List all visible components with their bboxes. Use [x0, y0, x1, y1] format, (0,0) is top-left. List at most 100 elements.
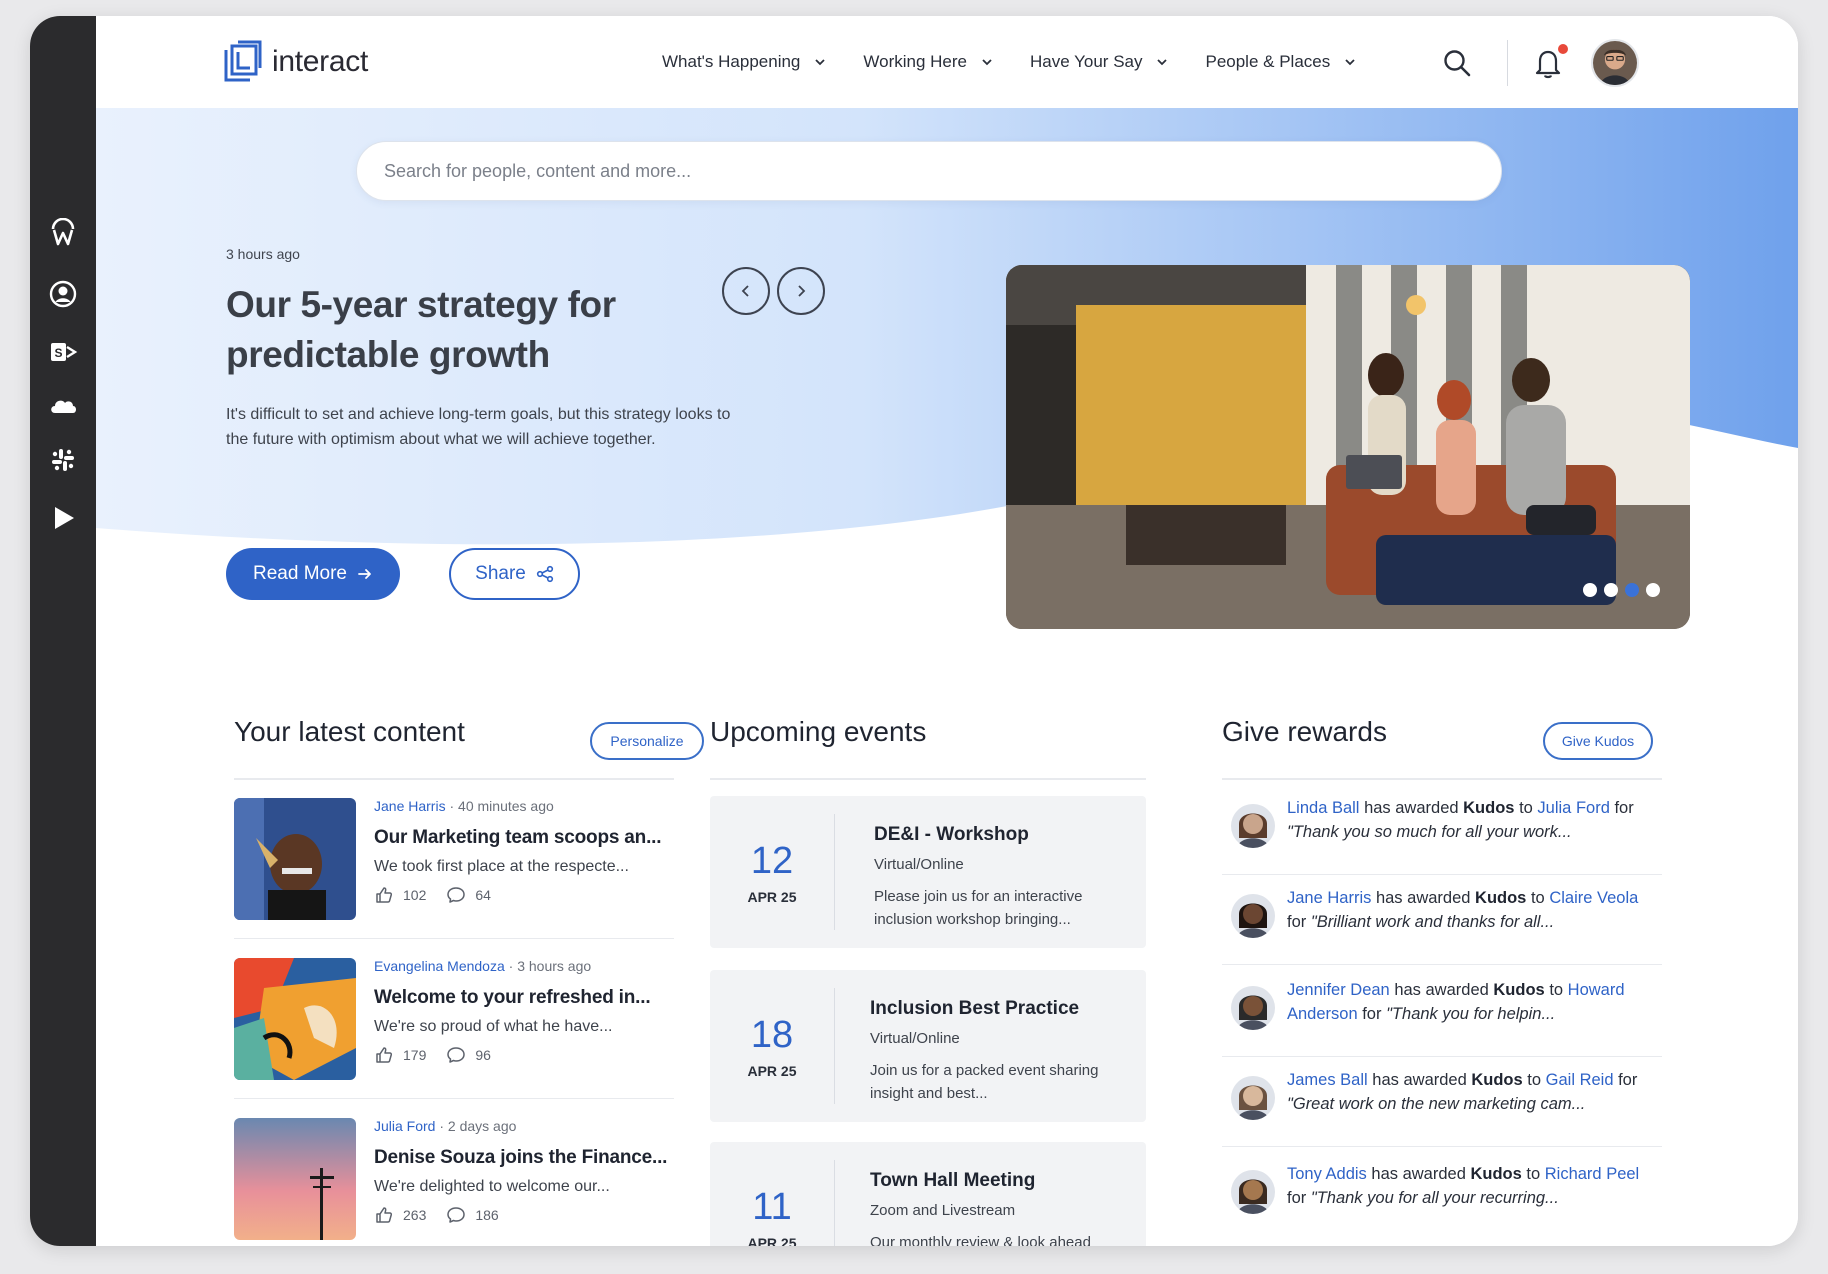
user-circle-icon[interactable]: [47, 278, 79, 310]
item-divider: [1222, 1056, 1662, 1057]
content-excerpt: We're so proud of what he have...: [374, 1018, 613, 1035]
event-day: 11: [752, 1185, 792, 1228]
section-divider: [710, 778, 1146, 780]
item-divider: [1222, 964, 1662, 965]
carousel-prev-button[interactable]: [722, 267, 770, 315]
share-button[interactable]: Share: [449, 548, 580, 600]
play-icon[interactable]: [47, 502, 79, 534]
nav-people-places[interactable]: People & Places: [1205, 52, 1356, 72]
slack-icon[interactable]: [47, 444, 79, 476]
cloud-icon[interactable]: [47, 390, 79, 422]
read-more-button[interactable]: Read More: [226, 548, 400, 600]
event-card[interactable]: 11 APR 25 Town Hall Meeting Zoom and Liv…: [710, 1142, 1146, 1246]
comment-count: 96: [475, 1047, 491, 1063]
thumbs-up-icon[interactable]: [374, 1045, 394, 1065]
reward-for-text: for: [1357, 1005, 1387, 1023]
reward-from-user[interactable]: Linda Ball: [1287, 799, 1359, 817]
nav-working-here[interactable]: Working Here: [863, 52, 993, 72]
reward-to-user[interactable]: Julia Ford: [1537, 799, 1609, 817]
content-title[interactable]: Our Marketing team scoops an...: [374, 827, 674, 849]
events-section: Upcoming events: [710, 716, 926, 748]
reward-to-user[interactable]: Claire Veola: [1549, 889, 1638, 907]
content-author[interactable]: Jane Harris: [374, 798, 446, 814]
content-stats: 263 186: [374, 1205, 674, 1225]
comment-icon[interactable]: [446, 885, 466, 905]
content-title[interactable]: Denise Souza joins the Finance...: [374, 1147, 674, 1169]
reward-to-user[interactable]: Richard Peel: [1545, 1165, 1639, 1183]
reward-to-user[interactable]: Gail Reid: [1546, 1071, 1614, 1089]
carousel-dot[interactable]: [1583, 583, 1597, 597]
latest-content-section: Your latest content: [234, 716, 465, 748]
reward-from-user[interactable]: Jennifer Dean: [1287, 981, 1390, 999]
content-author[interactable]: Julia Ford: [374, 1118, 435, 1134]
content-item[interactable]: Jane Harris · 40 minutes ago Our Marketi…: [234, 798, 674, 958]
hero-title[interactable]: Our 5-year strategy for predictable grow…: [226, 280, 746, 380]
content-time: 3 hours ago: [517, 958, 592, 974]
notification-badge: [1558, 44, 1568, 54]
event-location: Zoom and Livestream: [870, 1202, 1016, 1219]
reward-item: Jennifer Dean has awarded Kudos to Howar…: [1231, 978, 1661, 1058]
chevron-down-icon: [1345, 59, 1355, 66]
give-kudos-button[interactable]: Give Kudos: [1543, 722, 1653, 760]
reward-kudos-label: Kudos: [1471, 1071, 1523, 1089]
carousel-dot[interactable]: [1604, 583, 1618, 597]
search-icon[interactable]: [1442, 48, 1472, 78]
thumbs-up-icon[interactable]: [374, 1205, 394, 1225]
hero-image[interactable]: [1006, 265, 1690, 629]
content-excerpt: We took first place at the respecte...: [374, 858, 629, 875]
reward-from-user[interactable]: James Ball: [1287, 1071, 1368, 1089]
main-area: interact What's Happening Working Here H…: [96, 16, 1798, 1246]
brand-logo[interactable]: interact: [222, 40, 368, 84]
reward-to-text: to: [1544, 981, 1568, 999]
reward-from-user[interactable]: Jane Harris: [1287, 889, 1371, 907]
reward-kudos-label: Kudos: [1493, 981, 1545, 999]
reward-to-text: to: [1526, 889, 1550, 907]
search-input[interactable]: [384, 160, 1501, 182]
avatar-photo: [1231, 1076, 1275, 1120]
reward-from-user[interactable]: Tony Addis: [1287, 1165, 1367, 1183]
user-avatar[interactable]: [1591, 39, 1639, 87]
event-description: Join us for a packed event sharing insig…: [870, 1062, 1099, 1102]
section-divider: [234, 778, 674, 780]
nav-whats-happening[interactable]: What's Happening: [662, 52, 826, 72]
content-time: 40 minutes ago: [458, 798, 554, 814]
reward-text: Jane Harris has awarded Kudos to Claire …: [1287, 886, 1653, 934]
event-card[interactable]: 12 APR 25 DE&I - Workshop Virtual/Online…: [710, 796, 1146, 948]
event-month: APR 25: [747, 888, 797, 905]
like-count: 263: [403, 1207, 427, 1223]
nav-have-your-say[interactable]: Have Your Say: [1030, 52, 1168, 72]
comment-icon[interactable]: [446, 1205, 466, 1225]
hero-description: It's difficult to set and achieve long-t…: [226, 406, 731, 448]
reward-avatar[interactable]: [1231, 1076, 1275, 1120]
hero-article: 3 hours ago Our 5-year strategy for pred…: [226, 246, 746, 452]
content-title[interactable]: Welcome to your refreshed in...: [374, 987, 674, 1009]
event-day: 12: [750, 839, 794, 882]
content-item[interactable]: Evangelina Mendoza · 3 hours ago Welcome…: [234, 958, 674, 1118]
reward-to-text: to: [1514, 799, 1538, 817]
event-date: 18 APR 25: [710, 970, 834, 1122]
w-logo-icon[interactable]: [47, 217, 79, 249]
personalize-button[interactable]: Personalize: [590, 722, 704, 760]
reward-for-text: for: [1287, 1189, 1311, 1207]
item-divider: [1222, 1146, 1662, 1147]
content-author[interactable]: Evangelina Mendoza: [374, 958, 505, 974]
reward-item: James Ball has awarded Kudos to Gail Rei…: [1231, 1068, 1661, 1148]
event-date: 12 APR 25: [710, 796, 834, 948]
sharepoint-icon[interactable]: S: [47, 336, 79, 368]
content-item[interactable]: Julia Ford · 2 days ago Denise Souza joi…: [234, 1118, 674, 1246]
event-card[interactable]: 18 APR 25 Inclusion Best Practice Virtua…: [710, 970, 1146, 1122]
global-search[interactable]: [356, 141, 1502, 201]
reward-avatar[interactable]: [1231, 986, 1275, 1030]
carousel-dot-active[interactable]: [1625, 583, 1639, 597]
comment-icon[interactable]: [446, 1045, 466, 1065]
event-month: APR 25: [747, 1062, 797, 1079]
thumbs-up-icon[interactable]: [374, 885, 394, 905]
reward-avatar[interactable]: [1231, 1170, 1275, 1214]
carousel-next-button[interactable]: [777, 267, 825, 315]
reward-for-text: for: [1287, 913, 1311, 931]
carousel-dot[interactable]: [1646, 583, 1660, 597]
reward-avatar[interactable]: [1231, 894, 1275, 938]
reward-text: Jennifer Dean has awarded Kudos to Howar…: [1287, 978, 1653, 1026]
reward-avatar[interactable]: [1231, 804, 1275, 848]
reward-quote: "Great work on the new marketing cam...: [1287, 1095, 1586, 1113]
